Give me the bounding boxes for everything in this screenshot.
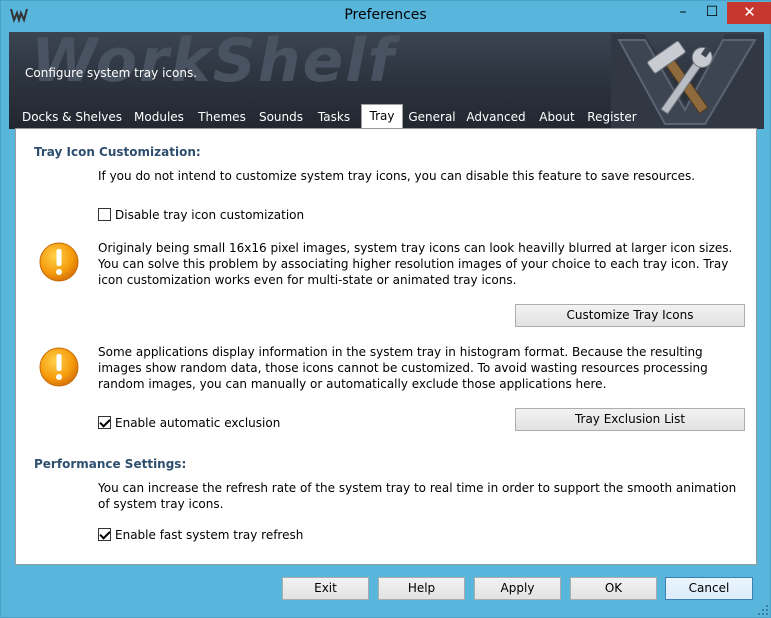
tab-modules[interactable]: Modules — [129, 106, 189, 129]
banner-subtitle: Configure system tray icons. — [25, 66, 198, 80]
customize-tray-icons-button[interactable]: Customize Tray Icons — [515, 304, 745, 327]
ok-button[interactable]: OK — [570, 577, 657, 600]
window-title: Preferences — [344, 7, 427, 23]
disable-customization-checkbox-box[interactable] — [98, 208, 111, 221]
cancel-button[interactable]: Cancel — [665, 577, 753, 600]
disable-customization-label: Disable tray icon customization — [115, 208, 305, 222]
banner-watermark: WorkShelf — [31, 32, 396, 96]
preferences-window: Preferences – ☐ ✕ WorkShelf Configure sy… — [0, 0, 771, 618]
performance-section-title: Performance Settings: — [34, 457, 187, 471]
tab-tray[interactable]: Tray — [361, 104, 403, 129]
tab-themes[interactable]: Themes — [193, 106, 251, 129]
resize-grip-icon[interactable] — [757, 604, 769, 616]
tab-tasks[interactable]: Tasks — [311, 106, 357, 129]
exclamation-icon — [39, 242, 79, 282]
customization-info-text: Originaly being small 16x16 pixel images… — [98, 241, 733, 287]
tab-advanced[interactable]: Advanced — [463, 106, 529, 129]
close-button[interactable]: ✕ — [727, 2, 771, 24]
tab-docks-shelves[interactable]: Docks & Shelves — [19, 106, 125, 129]
title-bar[interactable]: Preferences – ☐ ✕ — [1, 1, 771, 32]
fast-refresh-checkbox[interactable]: Enable fast system tray refresh — [98, 528, 303, 544]
help-button[interactable]: Help — [378, 577, 465, 600]
exit-button[interactable]: Exit — [282, 577, 369, 600]
exclusion-info-text: Some applications display information in… — [98, 345, 708, 391]
tab-about[interactable]: About — [535, 106, 579, 129]
disable-customization-checkbox[interactable]: Disable tray icon customization — [98, 208, 304, 224]
fast-refresh-label: Enable fast system tray refresh — [115, 528, 304, 542]
performance-info-text: You can increase the refresh rate of the… — [98, 481, 737, 511]
tab-general[interactable]: General — [407, 106, 457, 129]
apply-button[interactable]: Apply — [474, 577, 561, 600]
auto-exclusion-checkbox[interactable]: Enable automatic exclusion — [98, 416, 280, 432]
customization-section-title: Tray Icon Customization: — [34, 145, 201, 159]
fast-refresh-checkbox-box[interactable] — [98, 528, 111, 541]
tab-sounds[interactable]: Sounds — [255, 106, 307, 129]
exclamation-icon — [39, 347, 79, 387]
maximize-button[interactable]: ☐ — [698, 2, 726, 24]
customization-intro-text: If you do not intend to customize system… — [98, 169, 696, 183]
tray-settings-panel: Tray Icon Customization: If you do not i… — [15, 128, 757, 565]
minimize-button[interactable]: – — [669, 2, 697, 24]
tab-register[interactable]: Register — [583, 106, 641, 129]
auto-exclusion-label: Enable automatic exclusion — [115, 416, 281, 430]
tray-exclusion-list-button[interactable]: Tray Exclusion List — [515, 408, 745, 431]
auto-exclusion-checkbox-box[interactable] — [98, 416, 111, 429]
